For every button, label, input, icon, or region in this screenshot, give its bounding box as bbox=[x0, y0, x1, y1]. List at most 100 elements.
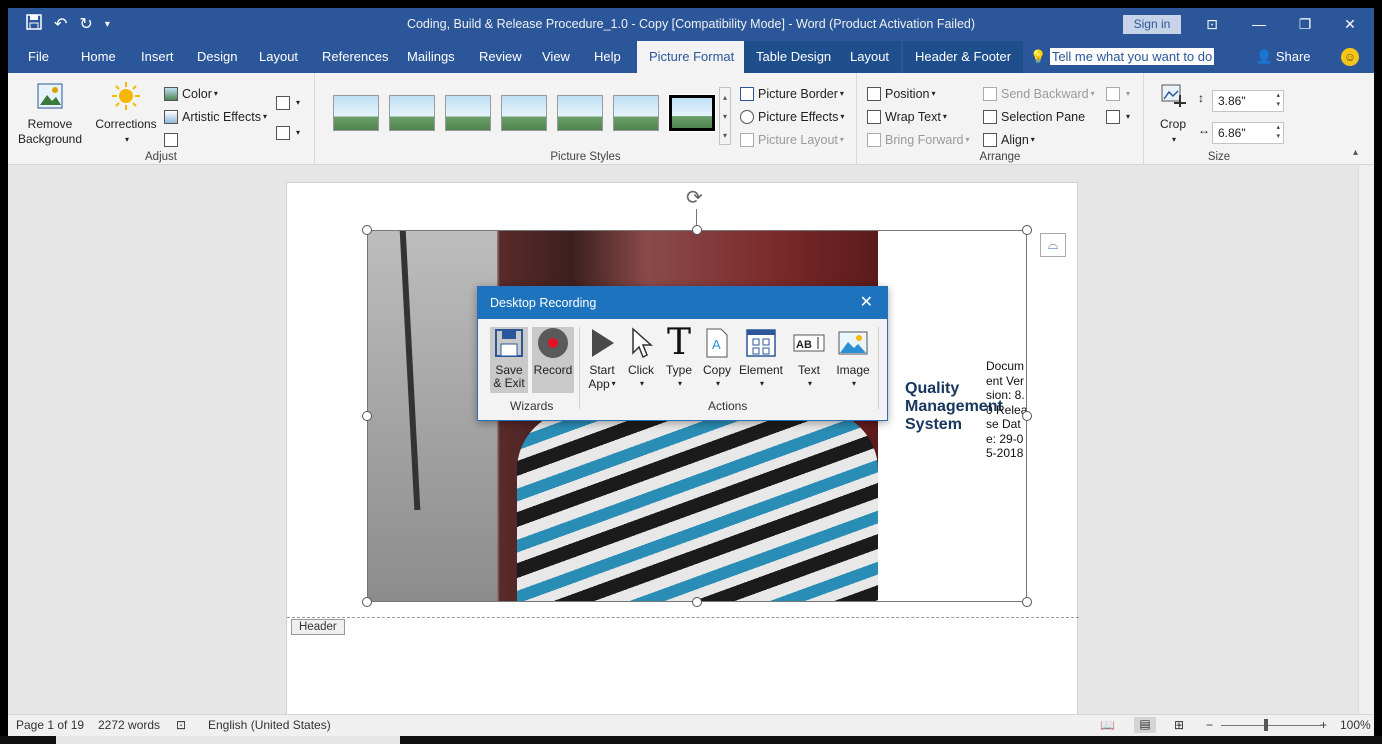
copy-button[interactable]: A Copy ▾ bbox=[700, 327, 734, 391]
web-layout-icon[interactable]: ⊞ bbox=[1174, 718, 1184, 732]
selection-pane-button[interactable]: Selection Pane bbox=[983, 107, 1085, 127]
print-layout-icon[interactable]: ▤ bbox=[1134, 717, 1156, 733]
resize-handle-bottom-left[interactable] bbox=[362, 597, 372, 607]
zoom-level[interactable]: 100% bbox=[1340, 718, 1371, 732]
click-button[interactable]: Click ▾ bbox=[624, 327, 658, 391]
sign-in-button[interactable]: Sign in bbox=[1123, 15, 1181, 34]
dialog-title-bar[interactable]: Desktop Recording ✕ bbox=[478, 287, 887, 319]
share-label: Share bbox=[1275, 49, 1311, 64]
styles-gallery-scroll[interactable]: ▴ ▾ ▾ bbox=[719, 87, 731, 145]
language[interactable]: English (United States) bbox=[208, 718, 331, 732]
align-button[interactable]: Align ▾ bbox=[983, 130, 1035, 150]
rotate-handle-icon[interactable]: ⟳ bbox=[686, 185, 703, 210]
selection-pane-label: Selection Pane bbox=[1001, 110, 1086, 124]
close-icon[interactable]: ✕ bbox=[1339, 13, 1361, 35]
type-button[interactable]: T Type ▾ bbox=[662, 325, 696, 391]
tab-view[interactable]: View bbox=[542, 41, 570, 73]
remove-background-button[interactable]: Remove Background bbox=[16, 81, 84, 147]
restore-icon[interactable]: ❐ bbox=[1294, 13, 1316, 35]
element-button[interactable]: Element ▾ bbox=[738, 327, 784, 391]
align-label: Align bbox=[1001, 133, 1029, 147]
width-icon: ↔ bbox=[1198, 123, 1210, 137]
tab-table-design[interactable]: Table Design bbox=[744, 41, 844, 73]
send-backward-label: Send Backward bbox=[1001, 87, 1089, 101]
tell-me-box[interactable]: 💡 Tell me what you want to do bbox=[1030, 41, 1215, 73]
arrange-group: Position ▾ Wrap Text ▾ Bring Forward ▾ Send… bbox=[857, 73, 1144, 165]
picture-style-3[interactable] bbox=[445, 95, 491, 131]
position-button[interactable]: Position ▾ bbox=[867, 84, 936, 104]
picture-style-7[interactable] bbox=[668, 94, 716, 132]
ribbon-display-options-icon[interactable]: ⊡ bbox=[1201, 13, 1223, 35]
taskbar-search[interactable] bbox=[56, 736, 400, 744]
picture-layout-button[interactable]: Picture Layout ▾ bbox=[740, 130, 844, 150]
image-button[interactable]: Image ▾ bbox=[833, 327, 873, 391]
tab-help[interactable]: Help bbox=[594, 41, 621, 73]
page-count[interactable]: Page 1 of 19 bbox=[16, 718, 84, 732]
picture-style-2[interactable] bbox=[389, 95, 435, 131]
ribbon: Remove Background Corrections ▾ Color ▾ Ar… bbox=[8, 73, 1374, 165]
start-app-button[interactable]: Start App ▾ bbox=[584, 327, 620, 391]
dialog-close-icon[interactable]: ✕ bbox=[860, 287, 873, 319]
tab-table-layout[interactable]: Layout bbox=[838, 41, 902, 73]
layout-options-icon[interactable]: ⌓ bbox=[1040, 233, 1066, 257]
feedback-smiley-icon[interactable]: ☺ bbox=[1341, 48, 1359, 66]
artistic-effects-button[interactable]: Artistic Effects ▾ bbox=[164, 107, 267, 127]
word-count[interactable]: 2272 words bbox=[98, 718, 160, 732]
resize-handle-right[interactable] bbox=[1022, 411, 1032, 421]
save-exit-button[interactable]: Save & Exit bbox=[490, 327, 528, 393]
group-objects-icon bbox=[1106, 87, 1120, 101]
tab-references[interactable]: References bbox=[322, 41, 388, 73]
text-button[interactable]: AB Text ▾ bbox=[790, 327, 828, 391]
reset-picture-button[interactable]: ▾ bbox=[276, 123, 300, 143]
document-area: ⟳ Quality Management System Document Ver… bbox=[8, 165, 1358, 722]
change-picture-button[interactable]: ▾ bbox=[276, 93, 300, 113]
proofing-icon[interactable]: ⊡ bbox=[176, 718, 186, 732]
tab-design[interactable]: Design bbox=[197, 41, 237, 73]
read-mode-icon[interactable]: 📖 bbox=[1100, 718, 1115, 732]
share-button[interactable]: 👤 Share bbox=[1256, 41, 1311, 73]
picture-style-6[interactable] bbox=[613, 95, 659, 131]
tab-insert[interactable]: Insert bbox=[141, 41, 174, 73]
width-input[interactable]: 6.86" bbox=[1212, 122, 1284, 144]
zoom-in-icon[interactable]: + bbox=[1320, 718, 1327, 732]
picture-style-5[interactable] bbox=[557, 95, 603, 131]
zoom-slider-track[interactable] bbox=[1221, 725, 1321, 726]
tab-header-footer[interactable]: Header & Footer bbox=[903, 41, 1024, 73]
collapse-ribbon-icon[interactable]: ▴ bbox=[1353, 147, 1358, 158]
remove-background-icon bbox=[35, 81, 65, 111]
crop-button[interactable]: Crop ▾ bbox=[1152, 81, 1194, 148]
group-objects-button[interactable]: ▾ bbox=[1106, 84, 1130, 104]
resize-handle-top-right[interactable] bbox=[1022, 225, 1032, 235]
resize-handle-top-left[interactable] bbox=[362, 225, 372, 235]
picture-style-4[interactable] bbox=[501, 95, 547, 131]
picture-style-1[interactable] bbox=[333, 95, 379, 131]
color-button[interactable]: Color ▾ bbox=[164, 84, 218, 104]
compress-pictures-button[interactable] bbox=[164, 130, 182, 150]
zoom-slider-thumb[interactable] bbox=[1264, 719, 1268, 731]
position-label: Position bbox=[885, 87, 930, 101]
send-backward-button[interactable]: Send Backward ▾ bbox=[983, 84, 1095, 104]
corrections-button[interactable]: Corrections ▾ bbox=[94, 81, 158, 148]
rotate-button[interactable]: ▾ bbox=[1106, 107, 1130, 127]
record-button[interactable]: Record bbox=[532, 327, 574, 393]
picture-border-button[interactable]: Picture Border ▾ bbox=[740, 84, 844, 104]
tab-review[interactable]: Review bbox=[479, 41, 522, 73]
resize-handle-bottom[interactable] bbox=[692, 597, 702, 607]
height-input[interactable]: 3.86" bbox=[1212, 90, 1284, 112]
wrap-text-button[interactable]: Wrap Text ▾ bbox=[867, 107, 947, 127]
color-label: Color bbox=[182, 87, 212, 101]
vertical-scrollbar[interactable] bbox=[1358, 165, 1374, 714]
resize-handle-top[interactable] bbox=[692, 225, 702, 235]
minimize-icon[interactable]: — bbox=[1248, 13, 1270, 35]
tab-home[interactable]: Home bbox=[81, 41, 116, 73]
tab-layout[interactable]: Layout bbox=[259, 41, 298, 73]
resize-handle-left[interactable] bbox=[362, 411, 372, 421]
person-icon: 👤 bbox=[1256, 49, 1273, 64]
tab-file[interactable]: File bbox=[28, 41, 49, 73]
bring-forward-button[interactable]: Bring Forward ▾ bbox=[867, 130, 970, 150]
tab-mailings[interactable]: Mailings bbox=[407, 41, 455, 73]
zoom-out-icon[interactable]: − bbox=[1206, 718, 1213, 732]
picture-effects-button[interactable]: Picture Effects ▾ bbox=[740, 107, 844, 127]
resize-handle-bottom-right[interactable] bbox=[1022, 597, 1032, 607]
tab-picture-format[interactable]: Picture Format bbox=[637, 41, 747, 73]
